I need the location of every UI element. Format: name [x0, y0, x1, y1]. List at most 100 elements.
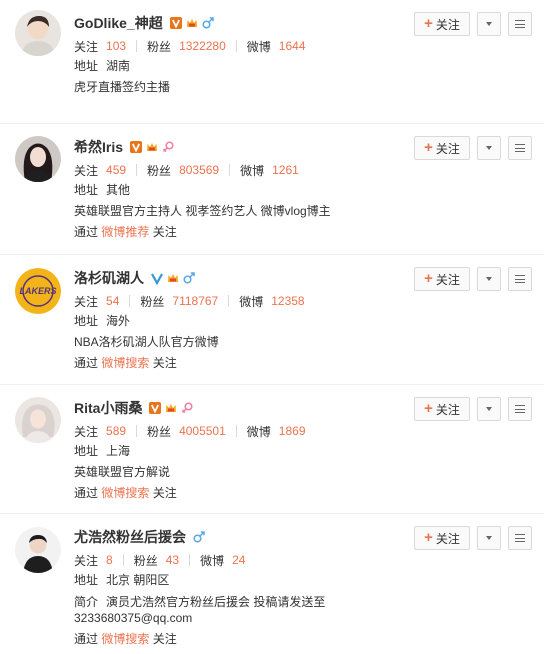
via-line: 通过 微博搜索 关注	[74, 486, 177, 500]
location-line: 地址 湖南	[74, 59, 131, 73]
fans-stat[interactable]: 粉丝 4005501	[147, 423, 226, 440]
posts-count: 24	[232, 553, 246, 567]
follows-count: 54	[106, 294, 120, 308]
user-card: LAKERS 洛杉矶湖人 关注 54 粉丝 7118767 微博 12358 地址 海外…	[0, 255, 544, 385]
fans-stat[interactable]: 粉丝 7118767	[140, 293, 218, 310]
menu-button[interactable]	[508, 397, 532, 421]
dropdown-button[interactable]	[477, 136, 501, 160]
fans-stat[interactable]: 粉丝 43	[134, 552, 179, 569]
posts-stat[interactable]: 微博 1869	[247, 423, 306, 440]
hamburger-icon	[515, 20, 525, 28]
follows-stat[interactable]: 关注 54	[74, 293, 119, 310]
verified-orange-icon	[169, 17, 182, 29]
fans-count: 7118767	[172, 294, 219, 308]
via-line: 通过 微博推荐 关注	[74, 225, 177, 239]
via-link[interactable]: 微博搜索	[101, 486, 149, 500]
menu-button[interactable]	[508, 12, 532, 36]
follows-count: 8	[106, 553, 113, 567]
follows-stat[interactable]: 关注 8	[74, 552, 113, 569]
crown-icon	[147, 143, 158, 151]
follow-button[interactable]: + 关注	[414, 267, 470, 291]
crown-icon	[168, 274, 178, 282]
plus-icon: +	[424, 270, 433, 287]
avatar[interactable]	[15, 527, 61, 573]
follows-stat[interactable]: 关注 103	[74, 38, 126, 55]
avatar[interactable]	[15, 10, 61, 56]
svg-text:LAKERS: LAKERS	[19, 286, 56, 296]
user-card: Rita小雨桑 关注 589 粉丝 4005501 微博 1869 地址 上海 英雄联盟…	[0, 385, 544, 514]
female-icon	[182, 402, 194, 414]
description: 虎牙直播签约主播	[74, 80, 171, 94]
fans-count: 803569	[179, 163, 220, 177]
fans-count: 4005501	[179, 424, 226, 438]
posts-count: 1644	[278, 39, 306, 53]
follows-stat[interactable]: 关注 459	[74, 162, 126, 179]
male-icon	[183, 272, 195, 284]
dropdown-button[interactable]	[477, 397, 501, 421]
user-card: 希然Iris 关注 459 粉丝 803569 微博 1261 地址 其他 英雄联盟官方…	[0, 124, 544, 255]
location-value: 北京 朝阳区	[106, 573, 170, 587]
verified-orange-icon	[149, 402, 162, 414]
caret-down-icon	[486, 22, 492, 26]
user-name[interactable]: 尤浩然粉丝后援会	[74, 527, 186, 547]
user-card: GoDlike_神超 关注 103 粉丝 1322280 微博 1644 地址 湖南 虎…	[0, 0, 544, 124]
follows-count: 459	[106, 163, 127, 177]
plus-icon: +	[424, 15, 433, 32]
dropdown-button[interactable]	[477, 12, 501, 36]
caret-down-icon	[486, 146, 492, 150]
location-value: 湖南	[106, 59, 131, 73]
verified-orange-icon	[130, 141, 143, 153]
crown-icon	[166, 404, 177, 412]
user-card: 尤浩然粉丝后援会 关注 8 粉丝 43 微博 24 地址 北京 朝阳区 简介 演员尤浩然官…	[0, 514, 544, 654]
follows-count: 103	[106, 39, 127, 53]
via-link[interactable]: 微博搜索	[101, 356, 149, 370]
via-link[interactable]: 微博搜索	[101, 632, 149, 646]
menu-button[interactable]	[508, 267, 532, 291]
hamburger-icon	[515, 275, 525, 283]
avatar[interactable]: LAKERS	[15, 268, 61, 314]
via-line: 通过 微博搜索 关注	[74, 632, 177, 646]
user-stats: 关注 54 粉丝 7118767 微博 12358	[74, 291, 404, 311]
male-icon	[202, 17, 214, 29]
user-list: GoDlike_神超 关注 103 粉丝 1322280 微博 1644 地址 湖南 虎…	[0, 0, 544, 654]
female-icon	[162, 141, 174, 153]
fans-stat[interactable]: 粉丝 1322280	[147, 38, 226, 55]
crown-icon	[186, 19, 197, 27]
posts-stat[interactable]: 微博 1261	[240, 162, 299, 179]
dropdown-button[interactable]	[477, 526, 501, 550]
user-stats: 关注 103 粉丝 1322280 微博 1644	[74, 36, 404, 56]
posts-count: 1261	[272, 163, 299, 177]
hamburger-icon	[515, 405, 525, 413]
user-name[interactable]: GoDlike_神超	[74, 13, 163, 33]
fans-count: 1322280	[179, 39, 226, 53]
plus-icon: +	[424, 400, 433, 417]
follows-stat[interactable]: 关注 589	[74, 423, 126, 440]
via-line: 通过 微博搜索 关注	[74, 356, 177, 370]
verified-blue-icon	[151, 273, 163, 285]
male-icon	[193, 531, 205, 543]
description: 英雄联盟官方主持人 视孝签约艺人 微博vlog博主	[74, 204, 331, 218]
location-line: 地址 海外	[74, 314, 131, 328]
posts-stat[interactable]: 微博 12358	[239, 293, 304, 310]
follow-button[interactable]: + 关注	[414, 397, 470, 421]
user-name[interactable]: 希然Iris	[74, 137, 123, 157]
dropdown-button[interactable]	[477, 267, 501, 291]
follow-button[interactable]: + 关注	[414, 526, 470, 550]
description: 演员尤浩然官方粉丝后援会 投稿请发送至3233680375@qq.com	[74, 595, 326, 625]
location-value: 其他	[106, 183, 131, 197]
user-name[interactable]: 洛杉矶湖人	[74, 268, 144, 288]
user-stats: 关注 459 粉丝 803569 微博 1261	[74, 160, 404, 180]
follows-count: 589	[106, 424, 127, 438]
avatar[interactable]	[15, 136, 61, 182]
posts-stat[interactable]: 微博 1644	[247, 38, 306, 55]
menu-button[interactable]	[508, 526, 532, 550]
description: NBA洛杉矶湖人队官方微博	[74, 335, 219, 349]
fans-stat[interactable]: 粉丝 803569	[147, 162, 219, 179]
posts-stat[interactable]: 微博 24	[200, 552, 245, 569]
menu-button[interactable]	[508, 136, 532, 160]
user-name[interactable]: Rita小雨桑	[74, 398, 142, 418]
follow-button[interactable]: + 关注	[414, 12, 470, 36]
avatar[interactable]	[15, 397, 61, 443]
follow-button[interactable]: + 关注	[414, 136, 470, 160]
via-link[interactable]: 微博推荐	[101, 225, 149, 239]
